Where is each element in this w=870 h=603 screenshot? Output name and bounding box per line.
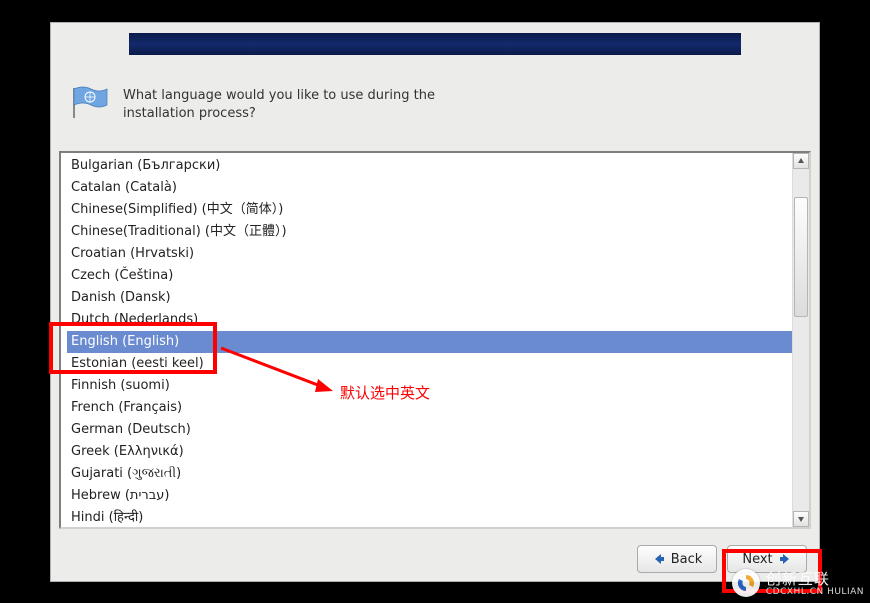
button-row: Back Next	[637, 545, 807, 573]
scroll-up-button[interactable]	[793, 153, 809, 169]
scrollbar[interactable]	[792, 153, 809, 527]
prompt-row: What language would you like to use duri…	[71, 83, 443, 123]
list-item[interactable]: Gujarati (ગુજરાતી)	[67, 463, 792, 485]
list-item[interactable]: Greek (Ελληνικά)	[67, 441, 792, 463]
language-list[interactable]: Bulgarian (Български)Catalan (Català)Chi…	[61, 153, 792, 527]
list-item[interactable]: Croatian (Hrvatski)	[67, 243, 792, 265]
list-item[interactable]: Dutch (Nederlands)	[67, 309, 792, 331]
prompt-label: What language would you like to use duri…	[123, 88, 435, 121]
scroll-thumb[interactable]	[794, 197, 808, 317]
list-item[interactable]: Catalan (Català)	[67, 177, 792, 199]
scroll-track[interactable]	[793, 169, 809, 511]
language-list-frame: Bulgarian (Български)Catalan (Català)Chi…	[59, 151, 811, 529]
list-item[interactable]: Estonian (eesti keel)	[67, 353, 792, 375]
list-item[interactable]: Chinese(Simplified) (中文（简体）)	[67, 199, 792, 221]
list-item[interactable]: French (Français)	[67, 397, 792, 419]
list-item[interactable]: Danish (Dansk)	[67, 287, 792, 309]
header-banner	[129, 33, 741, 55]
arrow-right-icon	[778, 552, 792, 566]
scroll-down-button[interactable]	[793, 511, 809, 527]
back-button[interactable]: Back	[637, 545, 717, 573]
installer-window: What language would you like to use duri…	[50, 22, 820, 582]
list-item[interactable]: Finnish (suomi)	[67, 375, 792, 397]
list-item[interactable]: English (English)	[67, 331, 792, 353]
next-button[interactable]: Next	[727, 545, 807, 573]
list-item[interactable]: Hindi (हिन्दी)	[67, 507, 792, 527]
list-item[interactable]: Hebrew (עברית)	[67, 485, 792, 507]
next-label: Next	[742, 552, 772, 567]
back-label: Back	[671, 552, 703, 567]
list-item[interactable]: Czech (Čeština)	[67, 265, 792, 287]
list-item[interactable]: German (Deutsch)	[67, 419, 792, 441]
list-item[interactable]: Chinese(Traditional) (中文（正體）)	[67, 221, 792, 243]
watermark-sub: CDCXHL.CN HULIAN	[766, 587, 864, 597]
un-flag-icon	[71, 83, 111, 123]
arrow-left-icon	[652, 552, 666, 566]
prompt-text: What language would you like to use duri…	[123, 83, 443, 122]
list-item[interactable]: Bulgarian (Български)	[67, 155, 792, 177]
